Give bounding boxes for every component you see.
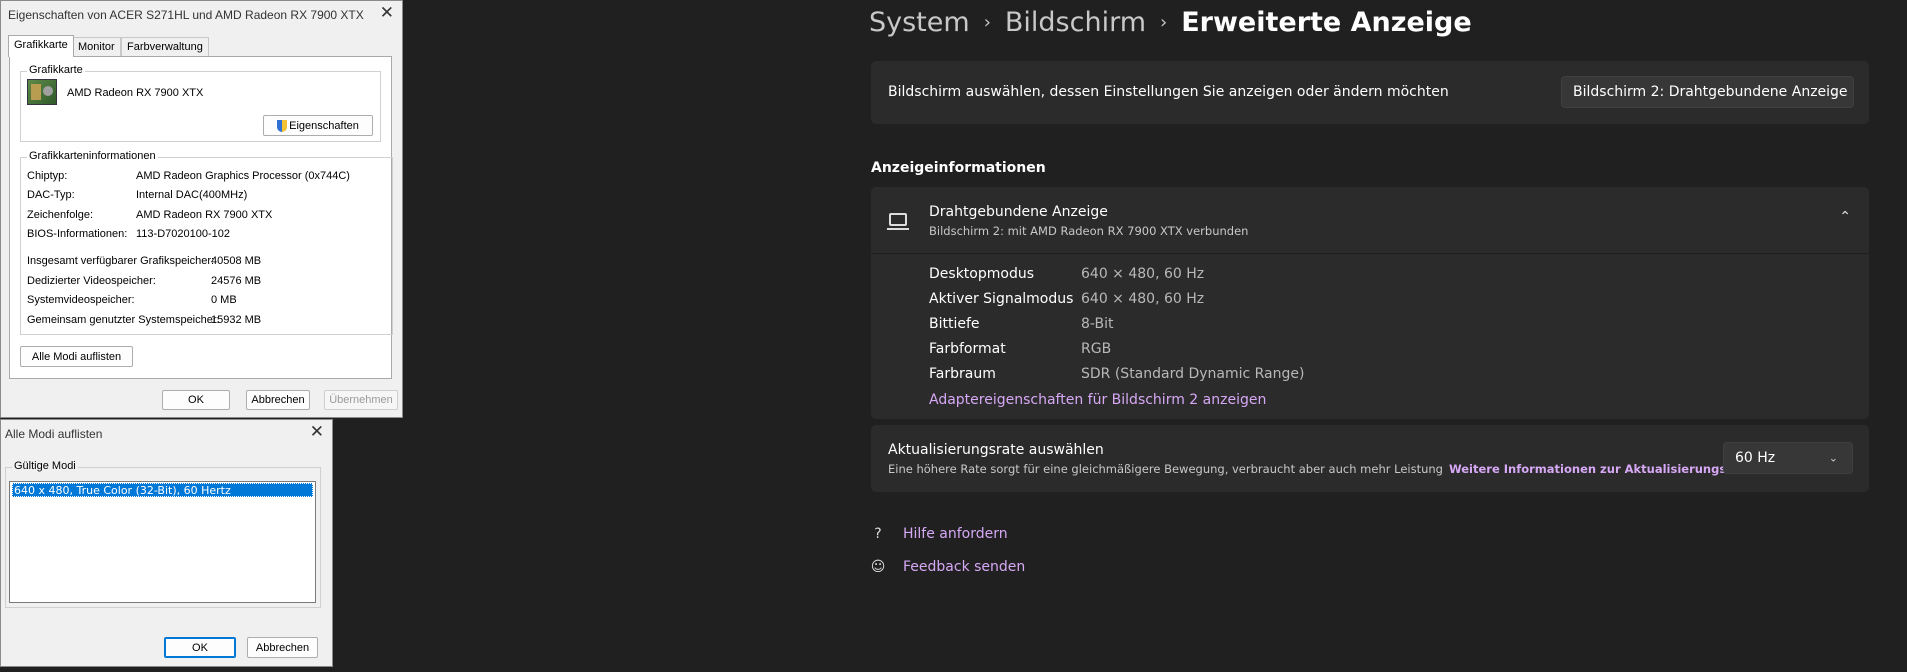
info-value: 113-D7020100-102 [136,228,230,240]
memory-label: Dedizierter Videospeicher: [27,275,156,287]
list-all-modes-button[interactable]: Alle Modi auflisten [20,346,133,367]
refresh-rate-dropdown[interactable]: 60 Hz ⌄ [1723,442,1853,474]
adapter-name: AMD Radeon RX 7900 XTX [67,87,204,99]
list-item[interactable]: 640 x 480, True Color (32-Bit), 60 Hertz [12,483,313,497]
prop-value: RGB [1081,341,1112,357]
shield-icon [277,119,288,132]
breadcrumb-bildschirm[interactable]: Bildschirm [1005,7,1146,38]
tab-grafikkarte[interactable]: Grafikkarte [8,35,74,57]
refresh-rate-desc: Eine höhere Rate sorgt für eine gleichmä… [888,462,1753,476]
memory-label: Gemeinsam genutzter Systemspeicher: [27,314,220,326]
chevron-up-icon[interactable]: ⌃ [1839,209,1851,225]
info-label: Chiptyp: [27,170,68,182]
prop-label: Bittiefe [929,316,980,332]
memory-value: 40508 MB [211,255,262,267]
graphics-card-icon [27,79,57,105]
modes-listbox[interactable]: 640 x 480, True Color (32-Bit), 60 Hertz [9,481,316,603]
prop-value: 8-Bit [1081,316,1114,332]
breadcrumb: System › Bildschirm › Erweiterte Anzeige [869,4,1472,40]
display-info-card: Drahtgebundene Anzeige Bildschirm 2: mit… [871,187,1869,419]
feedback-label: Feedback senden [903,559,1026,575]
feedback-link[interactable]: ☺ Feedback senden [869,559,1026,575]
prop-label: Desktopmodus [929,266,1034,282]
dialog-title: Alle Modi auflisten [5,427,103,441]
refresh-rate-card: Aktualisierungsrate auswählen Eine höher… [871,425,1869,492]
dialog-title: Eigenschaften von ACER S271HL und AMD Ra… [8,8,364,22]
help-icon: ? [874,526,882,542]
memory-value: 24576 MB [211,275,262,287]
valid-modes-label: Gültige Modi [12,460,78,472]
adapter-info-group: Grafikkarteninformationen Chiptyp: AMD R… [20,150,393,335]
display-subtitle: Bildschirm 2: mit AMD Radeon RX 7900 XTX… [929,224,1249,238]
adapter-properties-button-label: Eigenschaften [289,119,359,132]
adapter-group-label: Grafikkarte [27,64,85,76]
monitor-icon [887,213,909,230]
prop-label: Aktiver Signalmodus [929,291,1074,307]
modes-cancel-button[interactable]: Abbrechen [247,637,318,658]
chevron-right-icon: › [1160,11,1168,33]
adapter-properties-button[interactable]: Eigenschaften [263,115,373,136]
breadcrumb-system[interactable]: System [869,7,970,38]
adapter-properties-link[interactable]: Adaptereigenschaften für Bildschirm 2 an… [929,392,1266,408]
info-label: DAC-Typ: [27,189,75,201]
tab-panel: Grafikkarte AMD Radeon RX 7900 XTX Eigen… [9,56,393,379]
section-title: Anzeigeinformationen [871,160,1046,176]
help-label: Hilfe anfordern [903,526,1008,542]
display-info-header[interactable]: Drahtgebundene Anzeige Bildschirm 2: mit… [871,187,1869,254]
cancel-button[interactable]: Abbrechen [246,390,310,410]
refresh-rate-info-link[interactable]: Weitere Informationen zur Aktualisierung… [1449,462,1753,476]
close-icon[interactable]: ✕ [310,422,324,442]
display-select-label: Bildschirm auswählen, dessen Einstellung… [888,84,1449,100]
page-title: Erweiterte Anzeige [1181,6,1472,38]
prop-label: Farbraum [929,366,996,382]
chevron-right-icon: › [983,11,991,33]
display-select-card: Bildschirm auswählen, dessen Einstellung… [871,61,1869,124]
prop-label: Farbformat [929,341,1006,357]
apply-button: Übernehmen [324,390,398,410]
adapter-properties-dialog: Eigenschaften von ACER S271HL und AMD Ra… [0,0,403,418]
adapter-group: Grafikkarte AMD Radeon RX 7900 XTX Eigen… [20,64,381,142]
chevron-down-icon: ⌄ [1829,85,1839,99]
refresh-rate-title: Aktualisierungsrate auswählen [888,442,1104,458]
refresh-rate-value: 60 Hz [1735,450,1776,466]
tab-farbverwaltung[interactable]: Farbverwaltung [121,37,209,56]
info-value: AMD Radeon Graphics Processor (0x744C) [136,170,350,182]
chevron-down-icon: ⌄ [1828,451,1838,465]
adapter-info-group-label: Grafikkarteninformationen [27,150,158,162]
info-value: AMD Radeon RX 7900 XTX [136,209,273,221]
memory-value: 0 MB [211,294,237,306]
info-label: Zeichenfolge: [27,209,94,221]
display-dropdown[interactable]: Bildschirm 2: Drahtgebundene Anzeige ⌄ [1561,76,1854,108]
memory-label: Insgesamt verfügbarer Grafikspeicher: [27,255,215,267]
prop-value: 640 × 480, 60 Hz [1081,266,1205,282]
info-value: Internal DAC(400MHz) [136,189,248,201]
memory-value: 15932 MB [211,314,262,326]
memory-label: Systemvideospeicher: [27,294,135,306]
ok-button[interactable]: OK [162,390,230,410]
display-dropdown-value: Bildschirm 2: Drahtgebundene Anzeige [1573,84,1848,100]
prop-value: SDR (Standard Dynamic Range) [1081,366,1305,382]
prop-value: 640 × 480, 60 Hz [1081,291,1205,307]
tab-monitor[interactable]: Monitor [72,37,121,56]
feedback-icon: ☺ [870,559,886,575]
help-link[interactable]: ? Hilfe anfordern [869,526,1008,542]
refresh-rate-subtitle: Eine höhere Rate sorgt für eine gleichmä… [888,462,1443,476]
display-name: Drahtgebundene Anzeige [929,204,1108,220]
modes-ok-button[interactable]: OK [164,637,236,658]
info-label: BIOS-Informationen: [27,228,128,240]
close-icon[interactable]: ✕ [380,3,394,23]
